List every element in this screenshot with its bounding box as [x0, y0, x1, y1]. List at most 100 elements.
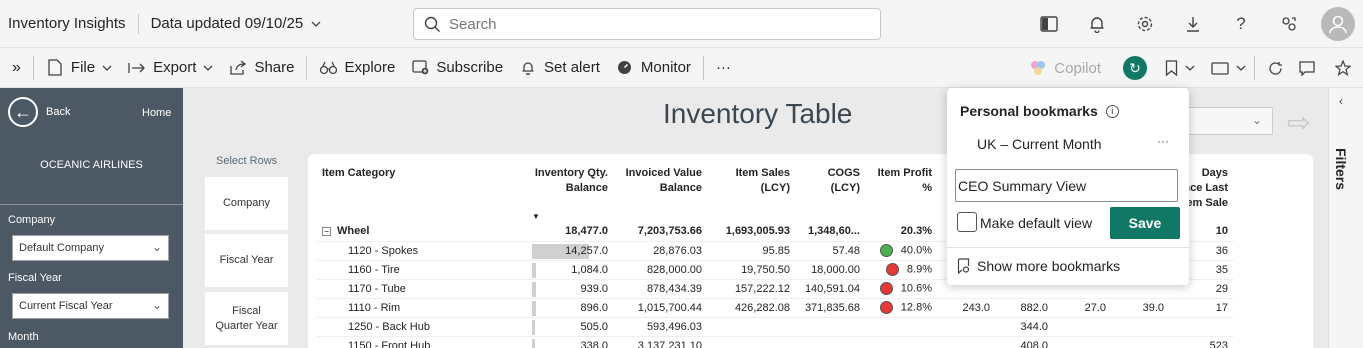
bookmark-menu-button[interactable]	[1161, 52, 1199, 84]
top-bar: Inventory Insights Data updated 09/10/25…	[0, 0, 1363, 48]
col-header-inventory-qty[interactable]: Inventory Qty. Balance	[526, 164, 614, 211]
chevron-left-icon[interactable]: ‹	[1339, 94, 1343, 108]
settings-gear-icon[interactable]	[1121, 0, 1169, 48]
bookmark-item[interactable]: UK – Current Month ···	[960, 130, 1177, 158]
qty-data-bar	[532, 300, 536, 316]
search-input[interactable]	[449, 15, 869, 33]
col-header-item-profit[interactable]: Item Profit %	[866, 164, 938, 211]
top-right-icons: ?	[1025, 0, 1363, 48]
cell-value: 28,876.03	[653, 244, 702, 257]
filters-pane[interactable]: ‹ Filters	[1328, 88, 1363, 348]
more-options-icon[interactable]: ···	[1157, 134, 1169, 148]
share-button[interactable]: Share	[221, 52, 302, 84]
home-button[interactable]: Home	[142, 107, 171, 119]
subscribe-button[interactable]: Subscribe	[403, 52, 511, 84]
export-menu-button[interactable]: Export	[120, 52, 221, 84]
cell-value: 828,000.00	[646, 263, 702, 276]
table-cell	[1112, 336, 1170, 348]
share-icon	[229, 59, 247, 77]
refresh-icon[interactable]	[1259, 44, 1291, 92]
file-menu-button[interactable]: File	[38, 52, 120, 84]
cell-value: 157,222.12	[734, 282, 790, 295]
cell-value: 243.0	[962, 301, 990, 314]
table-cell: 14,257.0	[526, 241, 614, 261]
cell-value: 12.8%	[900, 301, 932, 314]
arrow-right-icon[interactable]: ⇨	[1287, 106, 1310, 139]
bookmarks-header: Personal bookmarks i	[960, 103, 1119, 119]
table-cell: 10.6%	[866, 279, 938, 299]
bookmark-name-input[interactable]	[955, 169, 1178, 202]
table-row[interactable]: 1150 - Front Hub 338.0 3,137,231.10 408.0 52…	[316, 336, 1234, 348]
table-cell: 939.0	[526, 279, 614, 299]
view-menu-button[interactable]	[1207, 52, 1250, 84]
cell-value: 882.0	[1020, 301, 1048, 314]
row-button-label: Fiscal Quarter Year	[215, 304, 278, 332]
col-header-invoiced-value[interactable]: Invoiced Value Balance	[614, 164, 708, 211]
table-row[interactable]: 1110 - Rim 896.0 1,015,700.44 426,282.08 371…	[316, 298, 1234, 318]
monitor-button[interactable]: Monitor	[608, 52, 699, 84]
table-cell: 1150 - Front Hub	[316, 336, 526, 348]
table-cell	[1112, 317, 1170, 337]
table-cell: 95.85	[708, 241, 796, 261]
airline-name: OCEANIC AIRLINES	[40, 159, 143, 171]
reset-sync-icon[interactable]: ↻	[1123, 56, 1147, 80]
cell-value: 523	[1209, 339, 1228, 348]
search-box[interactable]	[413, 8, 881, 40]
table-cell: 828,000.00	[614, 260, 708, 280]
subscribe-icon	[411, 59, 429, 77]
row-button-company[interactable]: Company	[205, 177, 288, 230]
table-cell: 3,137,231.10	[614, 336, 708, 348]
comment-icon[interactable]	[1291, 44, 1323, 92]
profit-status-dot	[885, 263, 899, 276]
cell-value: 8.9%	[906, 263, 932, 276]
copilot-button[interactable]: Copilot	[1021, 52, 1109, 84]
make-default-checkbox[interactable]	[957, 212, 977, 232]
collapse-icon[interactable]: −	[322, 227, 331, 237]
more-options-button[interactable]: ···	[708, 52, 739, 84]
save-button[interactable]: Save	[1110, 207, 1180, 239]
sort-desc-icon[interactable]: ▼	[526, 211, 614, 222]
show-more-bookmarks-button[interactable]: Show more bookmarks	[957, 258, 1120, 274]
table-cell	[1054, 317, 1112, 337]
col-header-item-sales[interactable]: Item Sales (LCY)	[708, 164, 796, 211]
download-icon[interactable]	[1169, 0, 1217, 48]
data-updated-dropdown[interactable]: Data updated 09/10/25	[151, 15, 322, 32]
col-header-cogs[interactable]: COGS (LCY)	[796, 164, 866, 211]
divider	[137, 13, 139, 34]
app-title[interactable]: Inventory Insights	[8, 15, 126, 32]
profit-status-dot	[879, 301, 893, 314]
notifications-bell-icon[interactable]	[1073, 0, 1121, 48]
table-cell: 1110 - Rim	[316, 298, 526, 318]
chevron-down-icon	[203, 65, 213, 71]
row-button-fiscal-quarter-year[interactable]: Fiscal Quarter Year	[205, 292, 288, 345]
fiscal-year-filter-value: Current Fiscal Year	[19, 300, 113, 312]
info-icon[interactable]: i	[1105, 104, 1119, 118]
company-filter-select[interactable]: Default Company ⌄	[12, 235, 169, 261]
set-alert-button[interactable]: Set alert	[511, 52, 608, 84]
help-icon[interactable]: ?	[1217, 0, 1265, 48]
cell-value: 1,084.0	[571, 263, 608, 276]
export-arrow-icon	[128, 59, 146, 77]
explore-button[interactable]: Explore	[311, 52, 403, 84]
cell-value: 40.0%	[900, 244, 932, 257]
table-cell	[796, 336, 866, 348]
cell-value: 1160 - Tire	[348, 263, 400, 276]
cell-value: 36	[1215, 244, 1228, 257]
table-cell: 28,876.03	[614, 241, 708, 261]
table-row[interactable]: 1250 - Back Hub 505.0 593,496.03 344.0	[316, 317, 1234, 337]
expand-nav-button[interactable]: »	[0, 52, 29, 84]
company-filter-label: Company	[8, 214, 56, 226]
col-header-item-category[interactable]: Item Category	[316, 164, 526, 211]
export-label: Export	[153, 59, 197, 76]
fiscal-year-filter-select[interactable]: Current Fiscal Year ⌄	[12, 293, 169, 319]
favorite-star-icon[interactable]	[1323, 44, 1363, 92]
user-avatar-icon[interactable]	[1321, 7, 1355, 41]
search-icon	[424, 16, 440, 32]
feedback-icon[interactable]	[1265, 0, 1313, 48]
cell-value: 1250 - Back Hub	[348, 320, 430, 333]
pane-toggle-icon[interactable]	[1025, 0, 1073, 48]
cell-value: 896.0	[580, 301, 608, 314]
back-button[interactable]: ← Back	[8, 97, 70, 127]
row-button-fiscal-year[interactable]: Fiscal Year	[205, 234, 288, 287]
month-filter-label: Month	[8, 331, 39, 343]
